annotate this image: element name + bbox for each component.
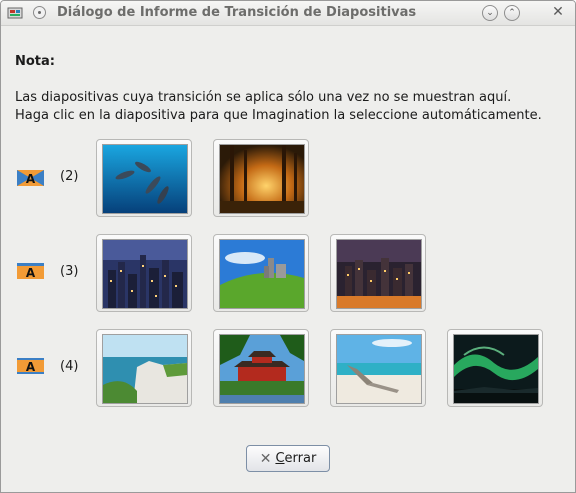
transition-group-3: A (4) xyxy=(1,328,575,408)
slide-thumbnail-cliffs-coast[interactable] xyxy=(96,329,192,407)
slide-thumbnail-castle-hill[interactable] xyxy=(213,234,309,312)
group-count: (4) xyxy=(60,359,79,374)
slide-image xyxy=(453,334,539,404)
transition-a-icon: A xyxy=(17,263,44,279)
transition-group-1: A (2) xyxy=(1,137,575,217)
slide-thumbnail-city-lights[interactable] xyxy=(330,234,426,312)
slide-image xyxy=(336,334,422,404)
minimize-button[interactable]: ⌄ xyxy=(482,5,498,21)
note-text: Las diapositivas cuya transición se apli… xyxy=(15,89,542,125)
chevron-up-icon: ⌃ xyxy=(508,7,516,18)
close-icon: ✕ xyxy=(259,450,272,467)
imagination-app-icon xyxy=(7,7,23,19)
slide-thumbnail-aurora[interactable] xyxy=(447,329,543,407)
close-icon: ✕ xyxy=(552,4,564,20)
maximize-button[interactable]: ⌃ xyxy=(504,5,520,21)
note-heading: Nota: xyxy=(15,54,55,69)
slide-image xyxy=(102,144,188,214)
note-line-2: Haga clic en la diapositiva para que Ima… xyxy=(15,108,542,123)
slide-thumbnail-forest-sunset[interactable] xyxy=(213,139,309,217)
slide-thumbnail-temple[interactable] xyxy=(213,329,309,407)
titlebar: Diálogo de Informe de Transición de Diap… xyxy=(1,1,575,26)
slide-thumbnail-dolphins[interactable] xyxy=(96,139,192,217)
group-count: (2) xyxy=(60,169,79,184)
window-menu-icon[interactable] xyxy=(33,6,46,19)
chevron-down-icon: ⌄ xyxy=(486,7,494,18)
slide-image xyxy=(219,239,305,309)
svg-text:A: A xyxy=(26,360,36,374)
transition-group-2: A (3) xyxy=(1,233,575,313)
slide-image xyxy=(336,239,422,309)
transition-report-dialog: Diálogo de Informe de Transición de Diap… xyxy=(0,0,576,493)
slide-image xyxy=(102,239,188,309)
slide-image xyxy=(219,334,305,404)
slide-thumbnail-beach[interactable] xyxy=(330,329,426,407)
window-close-button[interactable]: ✕ xyxy=(550,4,566,20)
svg-text:A: A xyxy=(26,266,36,279)
close-button[interactable]: ✕ Cerrar xyxy=(246,445,330,472)
slide-thumbnail-city-night[interactable] xyxy=(96,234,192,312)
svg-text:A: A xyxy=(26,172,36,186)
transition-a-icon: A xyxy=(17,358,44,374)
group-count: (3) xyxy=(60,264,79,279)
window-title: Diálogo de Informe de Transición de Diap… xyxy=(57,5,417,20)
note-line-1: Las diapositivas cuya transición se apli… xyxy=(15,90,512,105)
slide-image xyxy=(219,144,305,214)
transition-a-icon: A xyxy=(17,170,44,186)
slide-image xyxy=(102,334,188,404)
close-button-label: Cerrar xyxy=(275,451,317,466)
